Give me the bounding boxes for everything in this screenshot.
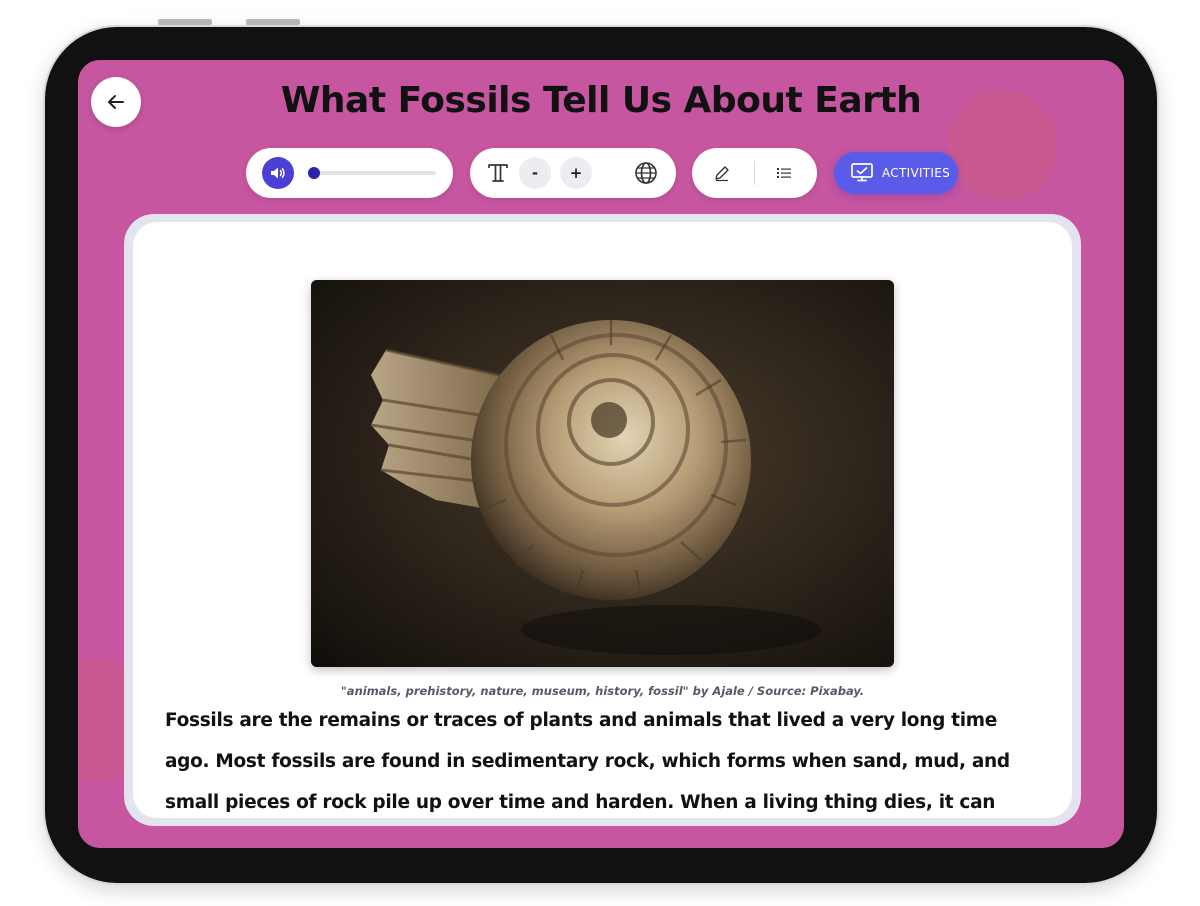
text-format-icon	[488, 164, 508, 182]
volume-down-hardware-button	[246, 19, 300, 25]
audio-play-button[interactable]	[262, 157, 294, 189]
audio-player	[246, 148, 453, 198]
reading-tools	[692, 148, 817, 198]
reader-screen: What Fossils Tell Us About Earth - + ACT…	[78, 60, 1124, 848]
list-icon	[777, 168, 791, 178]
toolbar-divider	[754, 161, 755, 185]
monitor-icon	[850, 161, 874, 185]
globe-icon	[635, 162, 657, 184]
image-caption: "animals, prehistory, nature, museum, hi…	[340, 684, 865, 698]
outline-button[interactable]	[772, 161, 796, 185]
language-button[interactable]	[632, 159, 660, 187]
page-title: What Fossils Tell Us About Earth	[280, 80, 922, 121]
article-body-text: Fossils are the remains or traces of pla…	[165, 710, 1010, 813]
audio-progress-handle[interactable]	[308, 167, 320, 179]
pencil-icon	[715, 166, 729, 182]
increase-text-size-button[interactable]: +	[560, 157, 592, 189]
ammonite-fossil-image	[311, 280, 894, 667]
article-content[interactable]: "animals, prehistory, nature, museum, hi…	[133, 222, 1072, 818]
decrease-text-size-button[interactable]: -	[519, 157, 551, 189]
article-card: "animals, prehistory, nature, museum, hi…	[124, 214, 1081, 826]
text-format-button[interactable]	[484, 159, 512, 187]
volume-up-hardware-button	[158, 19, 212, 25]
highlight-button[interactable]	[710, 161, 734, 185]
text-controls: - +	[470, 148, 676, 198]
activities-label: ACTIVITIES	[882, 166, 951, 180]
audio-progress-track[interactable]	[308, 167, 436, 179]
activities-button[interactable]: ACTIVITIES	[834, 152, 958, 194]
speaker-icon	[271, 167, 285, 179]
